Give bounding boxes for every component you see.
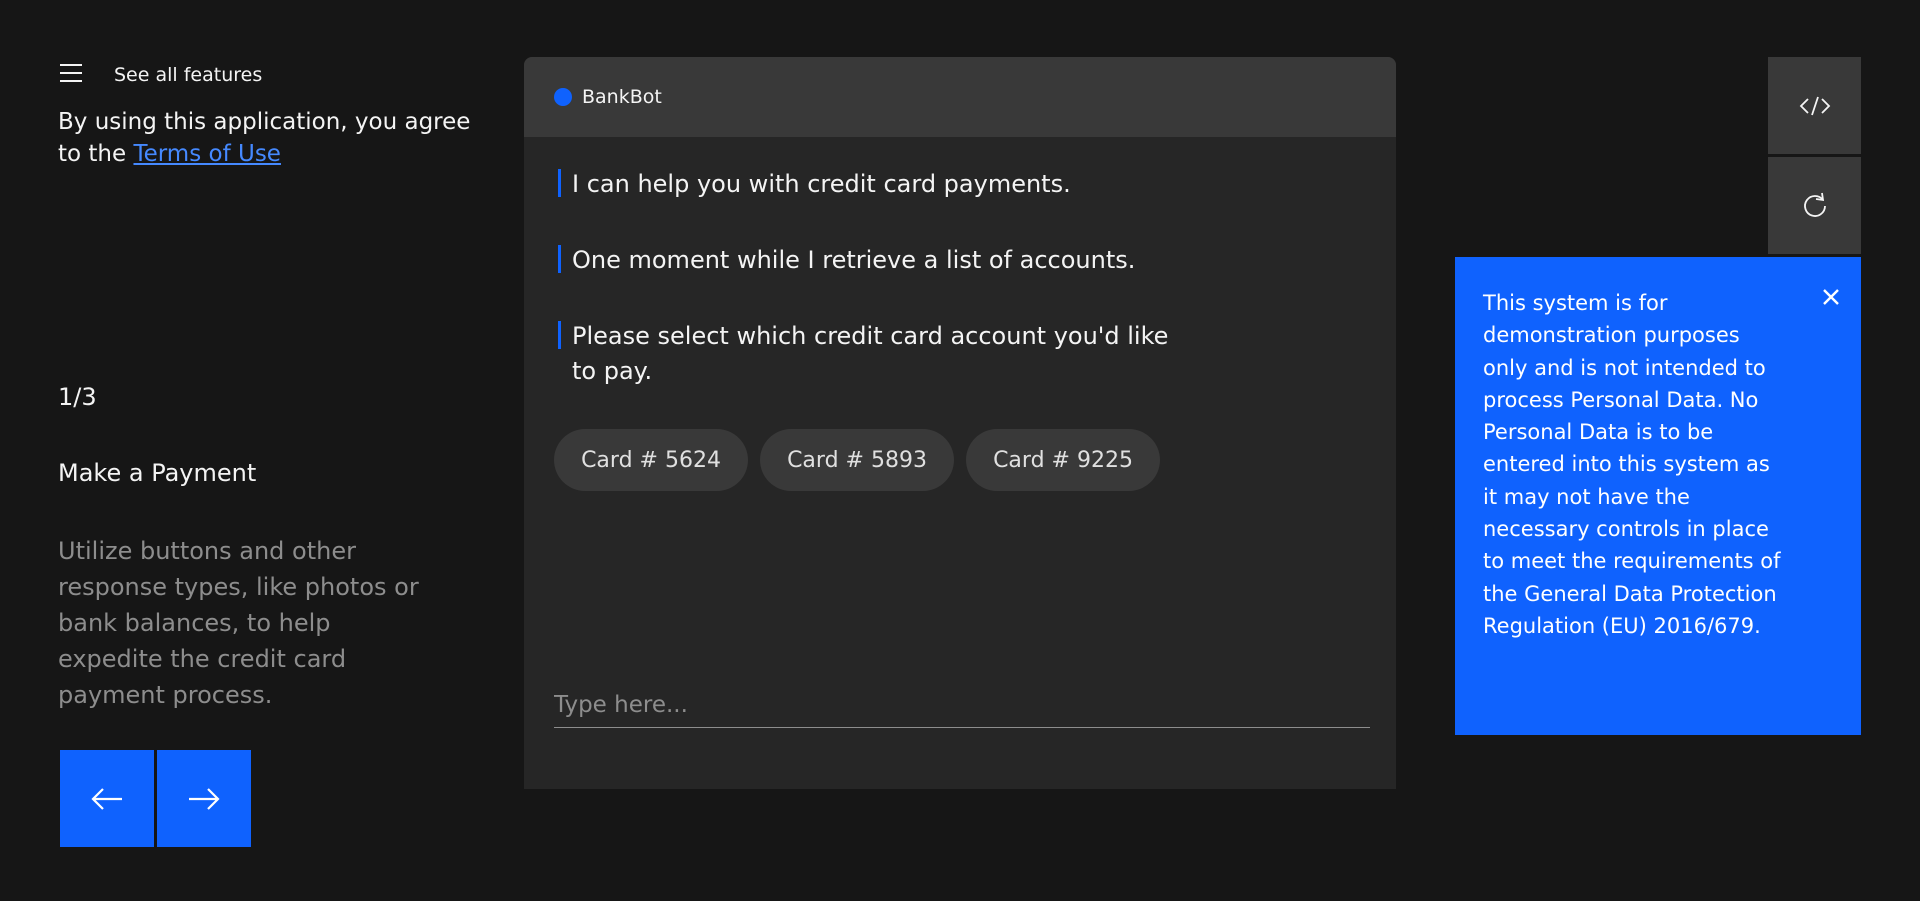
bot-message: Please select which credit card account … (558, 319, 1172, 389)
bot-message: I can help you with credit card payments… (558, 167, 1172, 202)
chat-input-wrapper (554, 685, 1370, 728)
card-option-button[interactable]: Card # 5893 (760, 429, 954, 491)
card-option-button[interactable]: Card # 9225 (966, 429, 1160, 491)
chat-window: BankBot I can help you with credit card … (524, 57, 1396, 789)
step-description: Utilize buttons and other response types… (58, 537, 419, 709)
step-counter: 1/3 (58, 383, 97, 411)
chat-input[interactable] (554, 685, 1370, 725)
bot-name: BankBot (582, 86, 662, 108)
arrow-right-icon (189, 787, 220, 810)
bot-message: One moment while I retrieve a list of ac… (558, 243, 1172, 278)
terms-of-use-link[interactable]: Terms of Use (133, 141, 281, 167)
hamburger-menu-icon[interactable] (58, 62, 86, 86)
disclaimer-text: This system is for demonstration purpose… (1483, 291, 1781, 638)
arrow-left-icon (91, 787, 122, 810)
step-title: Make a Payment (58, 459, 257, 487)
previous-step-button[interactable] (60, 750, 154, 847)
bot-status-dot (554, 88, 572, 106)
close-icon[interactable] (1815, 281, 1847, 313)
card-options: Card # 5624 Card # 5893 Card # 9225 (554, 429, 1160, 491)
terms-notice: By using this application, you agree to … (58, 106, 478, 170)
card-option-button[interactable]: Card # 5624 (554, 429, 748, 491)
restart-button[interactable] (1768, 157, 1861, 254)
code-icon (1799, 96, 1830, 115)
view-code-button[interactable] (1768, 57, 1861, 154)
refresh-icon (1803, 192, 1826, 217)
disclaimer-notification: This system is for demonstration purpose… (1455, 257, 1861, 735)
see-all-features-link[interactable]: See all features (114, 64, 262, 86)
next-step-button[interactable] (157, 750, 251, 847)
chat-header: BankBot (524, 57, 1396, 137)
